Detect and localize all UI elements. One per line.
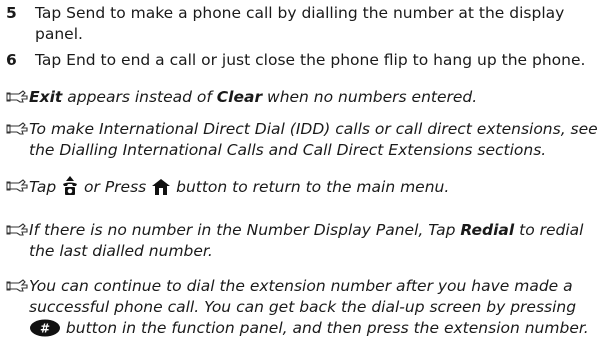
note-text: the Dialling International Calls and Cal… — [29, 141, 547, 159]
step-number: 5 — [6, 4, 17, 22]
hash-key-icon: # — [30, 319, 60, 337]
note-text: or Press — [84, 178, 152, 196]
note-text: If there is no number in the Number Disp… — [29, 221, 461, 239]
redial-word: Redial — [460, 221, 515, 239]
note-text: To make International Direct Dial (IDD) … — [29, 120, 598, 138]
note-hand-icon — [6, 223, 28, 236]
note-hand-icon — [6, 279, 28, 292]
note-text: appears instead of — [62, 88, 217, 106]
note-hand-icon — [6, 90, 28, 103]
hash-key-label: # — [40, 322, 50, 336]
phone-icon — [63, 176, 78, 195]
note-text: button to return to the main menu. — [176, 178, 450, 196]
note-idd: To make International Direct Dial (IDD) … — [6, 119, 606, 163]
manual-page: 5 Tap Send to make a phone call by diall… — [0, 0, 609, 351]
note-text: button in the function panel, and then p… — [61, 319, 589, 337]
note-exit: Exit appears instead of Clear when no nu… — [6, 87, 606, 109]
note-text: successful phone call. You can get back … — [29, 298, 577, 316]
note-text: Tap — [29, 178, 62, 196]
step-number: 6 — [6, 51, 17, 69]
clear-word: Clear — [216, 88, 263, 106]
note-extension: You can continue to dial the extension n… — [6, 276, 606, 342]
note-redial: If there is no number in the Number Disp… — [6, 220, 606, 264]
step-text-line: Tap Send to make a phone call by diallin… — [35, 4, 565, 22]
note-text: the last dialled number. — [29, 242, 213, 260]
note-text: You can continue to dial the extension n… — [29, 277, 573, 295]
note-text: to redial — [514, 221, 584, 239]
note-home: Tap or Press button to return to the mai… — [6, 176, 606, 200]
note-hand-icon — [6, 122, 28, 135]
home-icon — [152, 179, 171, 195]
exit-word: Exit — [29, 88, 63, 106]
step-5: 5 Tap Send to make a phone call by diall… — [6, 3, 606, 47]
step-text-line: Tap End to end a call or just close the … — [35, 51, 586, 69]
step-text-line: panel. — [35, 25, 83, 43]
note-text: when no numbers entered. — [262, 88, 478, 106]
note-hand-icon — [6, 179, 28, 192]
step-6: 6 Tap End to end a call or just close th… — [6, 50, 606, 72]
